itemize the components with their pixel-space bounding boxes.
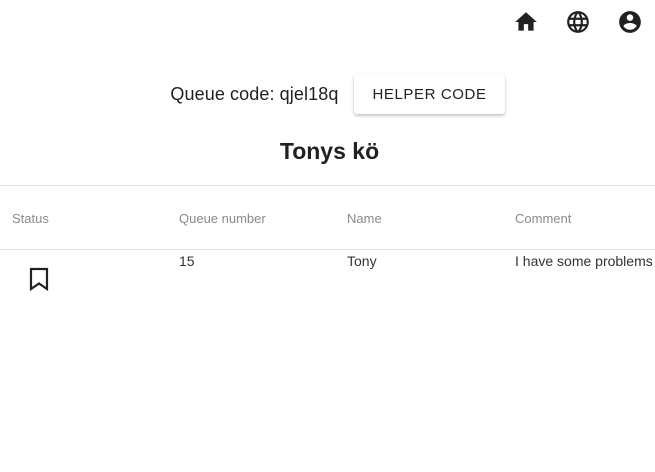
queue-title: Tonys kö — [279, 138, 380, 164]
queue-page: Queue code: qjel18q HELPER CODE Tonys kö… — [0, 0, 655, 472]
status-bookmark-button[interactable] — [28, 267, 50, 292]
queue-table: Status Queue number Name Comment 15 Tony… — [0, 185, 655, 310]
helper-code-button[interactable]: HELPER CODE — [354, 74, 505, 114]
language-button[interactable] — [561, 8, 595, 36]
table-header: Status Queue number Name Comment — [0, 186, 655, 250]
cell-comment: I have some problems — [515, 253, 653, 269]
cell-name: Tony — [347, 253, 377, 269]
globe-icon — [567, 11, 589, 33]
header-status: Status — [12, 211, 49, 226]
account-button[interactable] — [613, 8, 647, 36]
header-queue-number: Queue number — [179, 211, 266, 226]
table-row: 15 Tony I have some problems — [0, 250, 655, 310]
top-nav — [509, 8, 647, 36]
header-name: Name — [347, 211, 382, 226]
queue-code-text: Queue code: qjel18q — [170, 83, 339, 104]
home-icon — [515, 12, 537, 31]
home-button[interactable] — [509, 8, 543, 36]
queue-code-row: Queue code: qjel18q HELPER CODE — [0, 74, 655, 114]
header-comment: Comment — [515, 211, 572, 226]
bookmark-outline-icon — [29, 267, 49, 292]
cell-queue-number: 15 — [179, 253, 195, 269]
account-circle-icon — [619, 11, 641, 33]
